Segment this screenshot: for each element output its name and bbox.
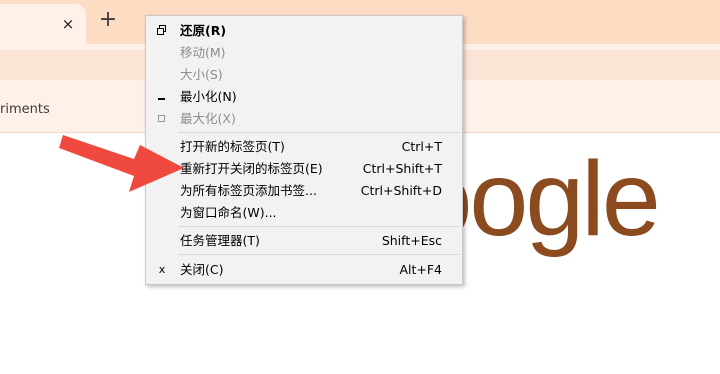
arrow-shape	[59, 135, 184, 192]
annotation-arrow	[59, 135, 184, 192]
